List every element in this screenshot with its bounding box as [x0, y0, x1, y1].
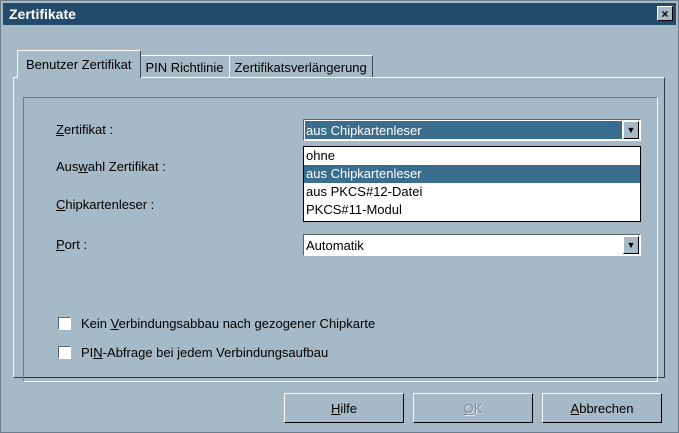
- kein-verbindungsabbau-checkbox[interactable]: [58, 317, 71, 330]
- kein-verbindungsabbau-label: Kein Verbindungsabbau nach gezogener Chi…: [81, 316, 376, 331]
- chipkartenleser-label: Chipkartenleser :: [56, 197, 155, 212]
- chevron-down-icon[interactable]: ▼: [623, 236, 639, 254]
- dropdown-option-ohne[interactable]: ohne: [304, 147, 640, 165]
- zertifikat-combobox[interactable]: aus Chipkartenleser ▼: [303, 119, 641, 141]
- port-value: Automatik: [306, 237, 364, 253]
- window-title: Zertifikate: [9, 6, 76, 22]
- tab-zertifikatsverlaengerung[interactable]: Zertifikatsverlängerung: [228, 55, 373, 78]
- tab-strip: Benutzer Zertifikat PIN Richtlinie Zerti…: [17, 50, 373, 78]
- tab-pin-richtlinie[interactable]: PIN Richtlinie: [139, 55, 230, 78]
- title-bar[interactable]: Zertifikate ×: [3, 3, 676, 25]
- ok-button[interactable]: OK: [413, 393, 533, 423]
- dropdown-option-pkcs12[interactable]: aus PKCS#12-Datei: [304, 183, 640, 201]
- zertifikat-label: Zertifikat :: [56, 122, 114, 137]
- tab-benutzer-zertifikat[interactable]: Benutzer Zertifikat: [17, 50, 141, 78]
- port-combobox[interactable]: Automatik ▼: [303, 234, 641, 256]
- auswahl-zertifikat-label: Auswahl Zertifikat :: [56, 159, 166, 174]
- pin-abfrage-checkbox[interactable]: [58, 346, 71, 359]
- pin-abfrage-label: PIN-Abfrage bei jedem Verbindungsaufbau: [81, 345, 329, 360]
- checkbox-row-pin-abfrage[interactable]: PIN-Abfrage bei jedem Verbindungsaufbau: [58, 345, 328, 360]
- close-icon[interactable]: ×: [657, 6, 673, 21]
- hilfe-button[interactable]: Hilfe: [284, 393, 404, 423]
- chevron-down-icon[interactable]: ▼: [623, 121, 639, 139]
- zertifikat-dropdown-list[interactable]: ohne aus Chipkartenleser aus PKCS#12-Dat…: [303, 146, 641, 222]
- zertifikate-dialog: Zertifikate × Benutzer Zertifikat PIN Ri…: [0, 0, 679, 433]
- port-label: Port :: [56, 237, 88, 252]
- abbrechen-button[interactable]: Abbrechen: [542, 393, 662, 423]
- dropdown-option-chipkartenleser[interactable]: aus Chipkartenleser: [304, 165, 640, 183]
- dropdown-option-pkcs11[interactable]: PKCS#11-Modul: [304, 201, 640, 219]
- zertifikat-value: aus Chipkartenleser: [305, 121, 622, 139]
- checkbox-row-kein-verbindungsabbau[interactable]: Kein Verbindungsabbau nach gezogener Chi…: [58, 316, 375, 331]
